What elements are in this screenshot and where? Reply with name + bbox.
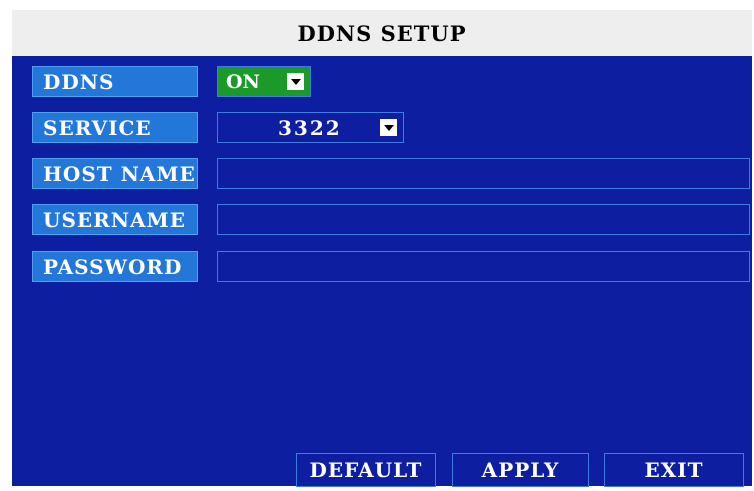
username-label: USERNAME	[32, 204, 198, 235]
exit-button[interactable]: EXIT	[604, 453, 744, 487]
ddns-select[interactable]: ON	[217, 66, 311, 97]
password-field[interactable]	[217, 251, 750, 282]
service-select[interactable]: 3322	[217, 112, 404, 143]
ddns-label: DDNS	[32, 66, 198, 97]
service-value: 3322	[278, 115, 342, 140]
ddns-value: ON	[226, 70, 260, 93]
service-label: SERVICE	[32, 112, 198, 143]
chevron-down-icon[interactable]	[380, 119, 397, 136]
default-button[interactable]: DEFAULT	[296, 453, 436, 487]
window-title: DDNS SETUP	[12, 10, 752, 56]
host-name-field[interactable]	[217, 158, 750, 189]
username-field[interactable]	[217, 204, 750, 235]
chevron-down-icon[interactable]	[287, 73, 304, 90]
host-name-label: HOST NAME	[32, 158, 198, 189]
password-label: PASSWORD	[32, 251, 198, 282]
apply-button[interactable]: APPLY	[452, 453, 589, 487]
ddns-setup-panel: DDNS ON SERVICE 3322 HOST NAME USERNAME …	[12, 56, 752, 487]
